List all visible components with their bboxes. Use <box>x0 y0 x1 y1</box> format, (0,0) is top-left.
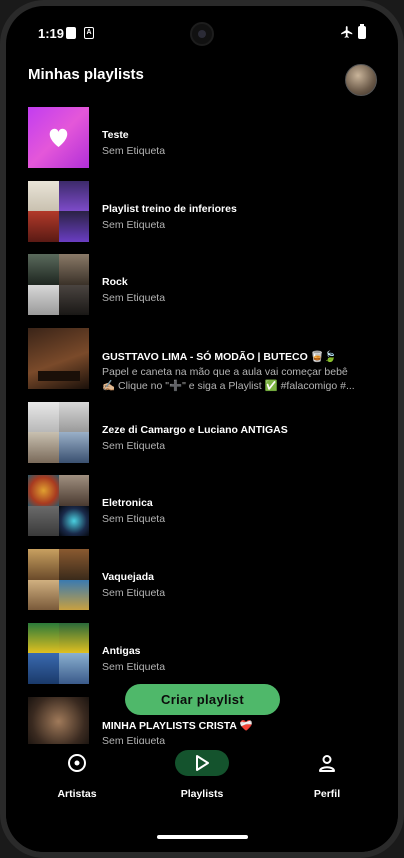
nav-icon-container <box>300 750 354 776</box>
person-icon <box>319 755 335 772</box>
album-icon <box>68 754 86 772</box>
nav-label: Perfil <box>313 788 341 800</box>
status-time: 1:19 <box>38 26 65 41</box>
playlist-item[interactable]: Antigas Sem Etiqueta <box>6 620 398 694</box>
playlist-cover <box>28 549 89 611</box>
playlist-subtitle: Sem Etiqueta <box>102 513 166 526</box>
screen: 1:19 A Minhas playlists Teste Sem Etique… <box>6 6 398 852</box>
nav-item-playlists[interactable]: Playlists <box>137 744 267 814</box>
battery-icon <box>358 24 366 39</box>
playlist-item[interactable]: Vaquejada Sem Etiqueta <box>6 546 398 620</box>
playlist-subtitle: Sem Etiqueta <box>102 660 166 673</box>
a-badge-icon: A <box>84 27 94 39</box>
avatar[interactable] <box>345 64 377 96</box>
playlist-subtitle: Sem Etiqueta <box>102 439 166 452</box>
sim-card-icon <box>66 27 76 39</box>
heart-icon <box>49 128 68 147</box>
page-title: Minhas playlists <box>28 66 144 83</box>
playlist-description: Papel e caneta na mão que a aula vai com… <box>102 366 355 393</box>
home-indicator[interactable] <box>157 835 248 839</box>
nav-label: Artistas <box>57 788 97 800</box>
playlist-item[interactable]: Playlist treino de inferiores Sem Etique… <box>6 178 398 252</box>
playlist-title: Teste <box>102 129 129 141</box>
playlist-item[interactable]: Zeze di Camargo e Luciano ANTIGAS Sem Et… <box>6 399 398 473</box>
playlist-subtitle: Sem Etiqueta <box>102 587 166 600</box>
nav-icon-container <box>50 750 104 776</box>
play-icon <box>196 755 209 771</box>
playlist-title: MINHA PLAYLISTS CRISTA ❤️‍🩹 <box>102 719 253 732</box>
playlist-item[interactable]: GUSTTAVO LIMA - SÓ MODÃO | BUTECO 🥃🍃 Pap… <box>6 325 398 399</box>
playlist-item[interactable]: Rock Sem Etiqueta <box>6 251 398 325</box>
playlist-cover <box>28 475 89 537</box>
nav-label: Playlists <box>180 788 224 800</box>
playlist-title: Rock <box>102 276 128 289</box>
playlist-subtitle: Sem Etiqueta <box>102 218 166 231</box>
playlist-list: Teste Sem Etiqueta Playlist treino de in… <box>6 104 398 767</box>
playlist-cover <box>28 328 89 390</box>
playlist-cover <box>28 107 89 168</box>
playlist-title: Zeze di Camargo e Luciano ANTIGAS <box>102 423 288 436</box>
playlist-title: Vaquejada <box>102 571 154 584</box>
playlist-cover <box>28 622 89 684</box>
playlist-item[interactable]: Eletronica Sem Etiqueta <box>6 472 398 546</box>
create-playlist-button[interactable]: Criar playlist <box>125 684 280 715</box>
playlist-cover <box>28 401 89 463</box>
playlist-title: Playlist treino de inferiores <box>102 202 237 215</box>
nav-item-artistas[interactable]: Artistas <box>12 744 142 814</box>
nav-item-perfil[interactable]: Perfil <box>262 744 392 814</box>
status-bar: 1:19 A <box>6 6 398 58</box>
playlist-cover <box>28 180 89 242</box>
playlist-title: Antigas <box>102 644 141 657</box>
nav-icon-container <box>175 750 229 776</box>
phone-frame: 1:19 A Minhas playlists Teste Sem Etique… <box>0 0 404 858</box>
playlist-item[interactable]: Teste Sem Etiqueta <box>6 104 398 178</box>
front-camera <box>190 22 214 46</box>
airplane-mode-icon <box>341 26 353 38</box>
playlist-title: Eletronica <box>102 497 153 510</box>
playlist-title: GUSTTAVO LIMA - SÓ MODÃO | BUTECO 🥃🍃 <box>102 351 337 364</box>
playlist-subtitle: Sem Etiqueta <box>102 145 166 157</box>
playlist-subtitle: Sem Etiqueta <box>102 292 166 305</box>
playlist-cover <box>28 254 89 316</box>
